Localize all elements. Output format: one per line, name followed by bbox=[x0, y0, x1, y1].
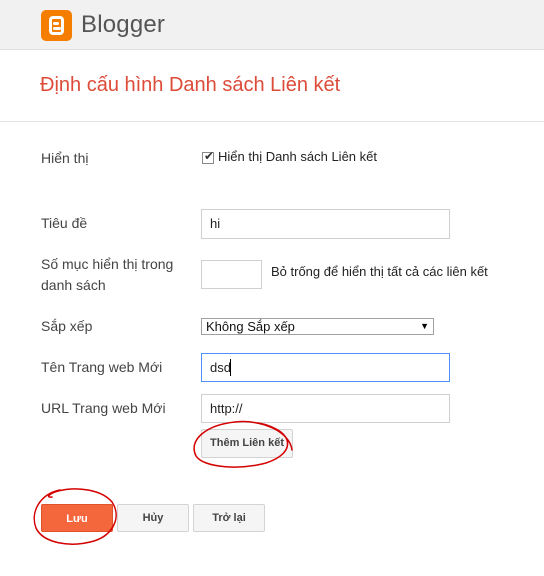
checkmark-icon: ✔ bbox=[204, 149, 215, 163]
count-input[interactable] bbox=[201, 260, 262, 289]
new-site-name-input[interactable]: dsd bbox=[201, 353, 450, 382]
dropdown-arrow-icon: ▼ bbox=[420, 321, 429, 331]
text-caret bbox=[230, 359, 231, 376]
count-label-line2: danh sách bbox=[41, 277, 106, 293]
count-hint: Bỏ trống để hiển thị tất cả các liên kết bbox=[271, 264, 488, 279]
title-input[interactable]: hi bbox=[201, 209, 450, 239]
display-label: Hiển thị bbox=[41, 150, 89, 166]
new-site-name-label: Tên Trang web Mới bbox=[41, 359, 163, 375]
sort-selected-value: Không Sắp xếp bbox=[206, 319, 295, 334]
revert-button[interactable]: Trở lại bbox=[193, 504, 265, 532]
add-link-button[interactable]: Thêm Liên kết bbox=[201, 429, 293, 458]
cancel-button[interactable]: Hủy bbox=[117, 504, 189, 532]
brand-name[interactable]: Blogger bbox=[81, 11, 165, 39]
page-title: Định cấu hình Danh sách Liên kết bbox=[40, 74, 341, 96]
sort-label: Sắp xếp bbox=[41, 318, 93, 334]
count-label-line1: Số mục hiển thị trong bbox=[41, 256, 174, 272]
show-linklist-checkbox[interactable]: ✔ bbox=[202, 149, 215, 164]
new-site-url-label: URL Trang web Mới bbox=[41, 400, 166, 416]
blogger-logo-icon[interactable] bbox=[41, 10, 72, 41]
new-site-url-input[interactable]: http:// bbox=[201, 394, 450, 423]
save-button[interactable]: Lưu bbox=[41, 504, 113, 532]
top-bar: Blogger bbox=[0, 0, 544, 50]
title-label: Tiêu đề bbox=[41, 215, 88, 231]
divider bbox=[0, 121, 544, 122]
show-linklist-checkbox-label[interactable]: Hiển thị Danh sách Liên kết bbox=[218, 149, 377, 164]
sort-select[interactable]: Không Sắp xếp ▼ bbox=[201, 318, 434, 335]
